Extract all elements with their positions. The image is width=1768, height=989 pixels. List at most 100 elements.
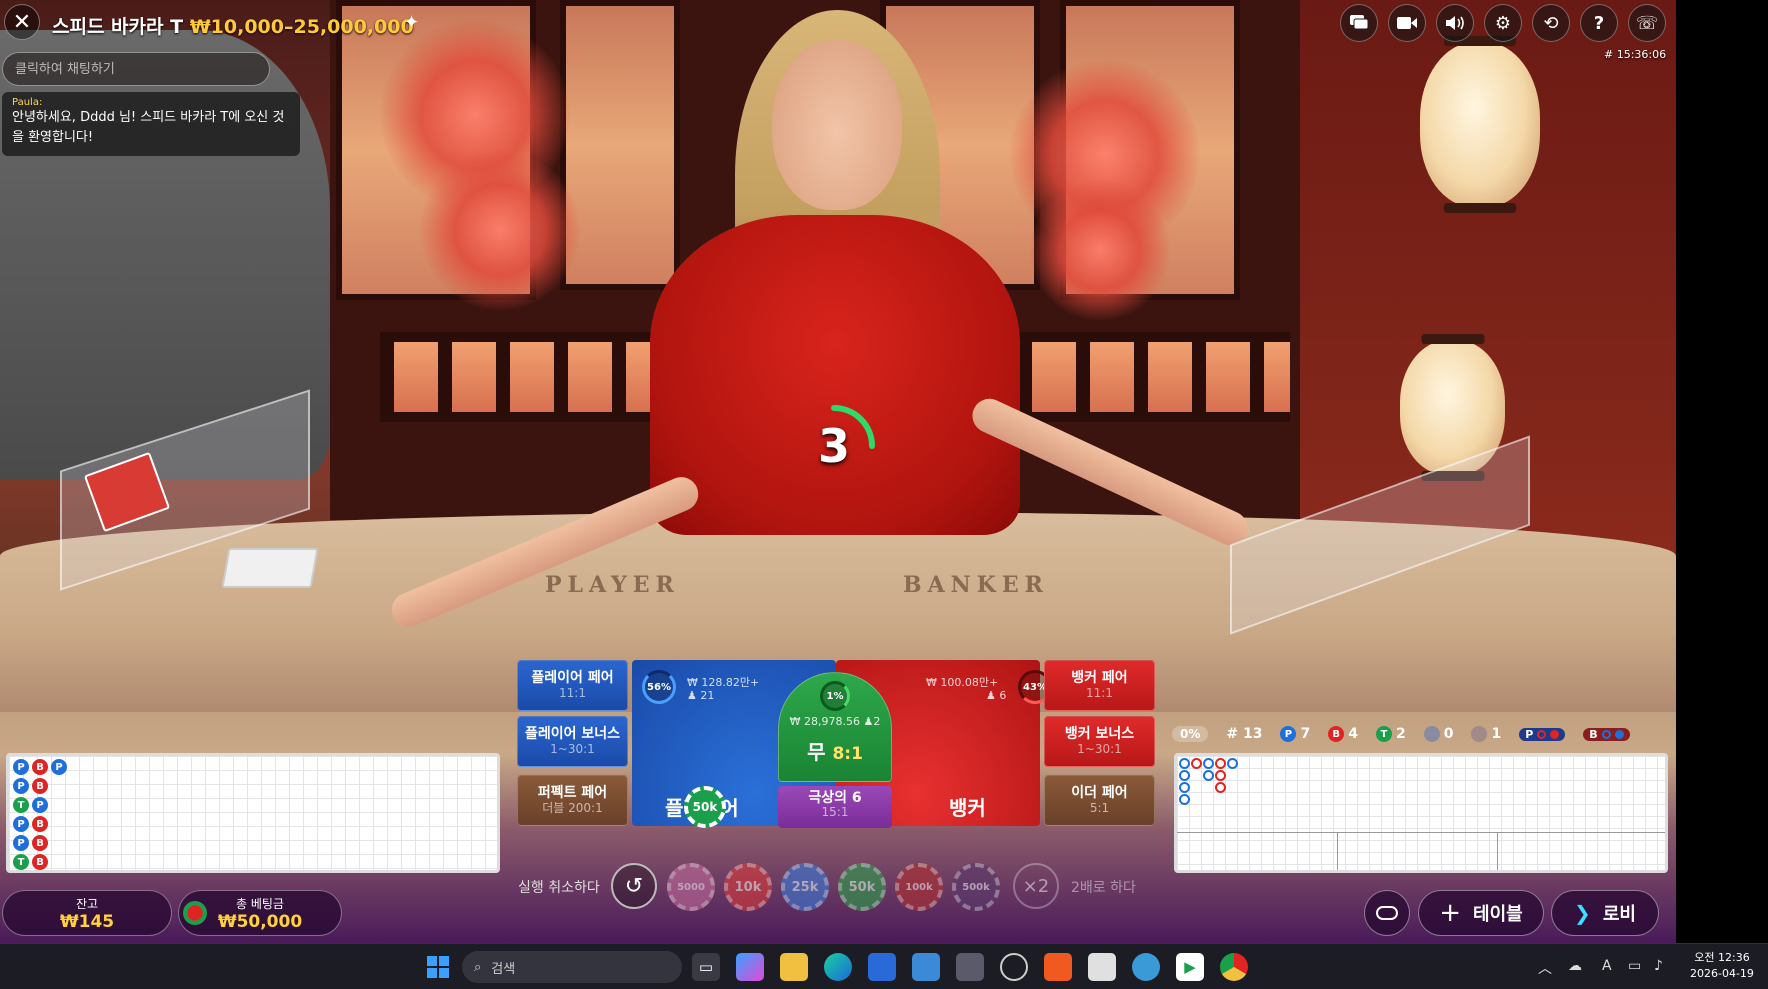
- dealer-head: [772, 40, 902, 210]
- chat-text: 안녕하세요, Dddd 님! 스피드 바카라 T에 오신 것을 환영합니다!: [12, 110, 285, 145]
- either-pair-bet[interactable]: 이더 페어 5:1: [1044, 775, 1155, 826]
- chip-50k[interactable]: 50k: [838, 863, 886, 911]
- balance-value: ₩145: [59, 912, 115, 932]
- chat-icon[interactable]: [1340, 4, 1378, 42]
- round-number: # 13: [1226, 726, 1263, 742]
- road-divider: [1497, 832, 1498, 870]
- predict-p-letter: P: [1525, 727, 1534, 741]
- player-pair-payout: 11:1: [559, 686, 586, 700]
- clock-app-icon[interactable]: [1000, 953, 1028, 981]
- chat-author: Paula:: [12, 97, 43, 108]
- pin-icon[interactable]: ✦: [404, 12, 419, 33]
- banker-pair-bet[interactable]: 뱅커 페어 11:1: [1044, 660, 1155, 711]
- undo-icon: ↺: [624, 873, 644, 899]
- perfect-pair-bet[interactable]: 퍼펙트 페어 더블 200:1: [517, 775, 628, 826]
- tie-payout: 8:1: [832, 744, 863, 764]
- sound-icon[interactable]: [1436, 4, 1474, 42]
- bead-b: B: [32, 778, 48, 794]
- tie-bet[interactable]: 1% ₩ 28,978.56 ♟2 무 8:1: [778, 672, 892, 782]
- banker-pair-icon: [1471, 726, 1488, 742]
- chat-bubble-icon: [1376, 906, 1398, 920]
- chip-100k[interactable]: 100k: [895, 863, 943, 911]
- chip-25k[interactable]: 25k: [781, 863, 829, 911]
- start-icon[interactable]: [424, 953, 452, 981]
- blossom: [420, 150, 580, 310]
- road-ring: [1179, 782, 1190, 793]
- super6-payout: 15:1: [821, 805, 849, 819]
- banker-bonus-bet[interactable]: 뱅커 보너스 1~30:1: [1044, 716, 1155, 767]
- bead-b: B: [32, 759, 48, 775]
- stats-banker: B4: [1328, 726, 1358, 742]
- predict-ring-icon: [1537, 729, 1547, 739]
- settings-icon[interactable]: ⚙: [1484, 4, 1522, 42]
- brave-icon[interactable]: [1044, 953, 1072, 981]
- banker-label: 뱅커: [949, 796, 986, 820]
- close-button[interactable]: ✕: [4, 4, 40, 40]
- calculator-icon[interactable]: [956, 953, 984, 981]
- banker-dot-icon: B: [1328, 726, 1345, 742]
- chip-5000[interactable]: 5000: [667, 863, 715, 911]
- file-explorer-icon[interactable]: [780, 953, 808, 981]
- lantern: [1420, 42, 1540, 207]
- banker-pair-payout: 11:1: [1086, 686, 1113, 700]
- taskbar-search[interactable]: ⌕ 검색: [462, 951, 682, 983]
- copilot-icon[interactable]: [736, 953, 764, 981]
- lobby-button[interactable]: ❯ 로비: [1551, 890, 1659, 936]
- tray-volume-icon[interactable]: ♪: [1654, 958, 1663, 974]
- chrome-icon[interactable]: [1220, 953, 1248, 981]
- ime-indicator[interactable]: A: [1602, 958, 1612, 974]
- big-road[interactable]: [1174, 753, 1668, 873]
- table-button[interactable]: + 테이블: [1418, 890, 1544, 936]
- player-bonus-bet[interactable]: 플레이어 보너스 1~30:1: [517, 716, 628, 767]
- video-icon[interactable]: [1388, 4, 1426, 42]
- banker-pair-label: 뱅커 페어: [1071, 670, 1128, 686]
- banker-pool: ₩ 100.08만+: [926, 676, 999, 689]
- network-app-icon[interactable]: [1132, 953, 1160, 981]
- stats-player: P7: [1280, 726, 1310, 742]
- taskbar-clock[interactable]: 오전 12:36 2026-04-19: [1690, 950, 1754, 982]
- table-print-banker: BANKER: [903, 572, 1049, 598]
- perfect-pair-payout: 더블 200:1: [542, 801, 603, 815]
- windows-taskbar: ⌕ 검색 ▭ ▶ ︿ ☁ A ▭ ♪ 오전 12:36 2026-04-19: [0, 943, 1768, 989]
- bead-b: B: [32, 854, 48, 870]
- document-app-icon[interactable]: ▶: [1176, 953, 1204, 981]
- search-label: 검색: [491, 961, 516, 977]
- perfect-pair-label: 퍼펙트 페어: [537, 785, 608, 801]
- lobby-icon: ❯: [1574, 901, 1591, 925]
- edge-icon[interactable]: [824, 953, 852, 981]
- undo-button[interactable]: ↺: [611, 863, 657, 909]
- notepad-icon[interactable]: [912, 953, 940, 981]
- snipping-icon[interactable]: [1088, 953, 1116, 981]
- taskbar-time: 오전 12:36: [1694, 951, 1750, 964]
- player-pool: ₩ 128.82만+: [687, 676, 760, 689]
- task-view-icon[interactable]: ▭: [692, 953, 720, 981]
- undo-label: 실행 취소하다: [518, 880, 600, 896]
- chat-toggle-button[interactable]: [1364, 890, 1410, 936]
- chip-500k[interactable]: 500k: [952, 863, 1000, 911]
- support-icon[interactable]: ☏: [1628, 4, 1666, 42]
- tray-network-icon[interactable]: ▭: [1628, 958, 1641, 974]
- balance-pill: 잔고 ₩145: [2, 890, 172, 936]
- road-divider: [1177, 832, 1665, 833]
- bead-p: P: [13, 835, 29, 851]
- player-dot-icon: P: [1280, 726, 1297, 742]
- double-button[interactable]: ×2: [1013, 863, 1059, 909]
- super6-bet[interactable]: 극상의 6 15:1: [778, 786, 892, 828]
- player-predict[interactable]: P: [1519, 727, 1566, 741]
- tray-chevron-icon[interactable]: ︿: [1538, 958, 1552, 978]
- history-icon[interactable]: ⟲: [1532, 4, 1570, 42]
- game-clock: # 15:36:06: [1604, 48, 1667, 61]
- tray-cloud-icon[interactable]: ☁: [1568, 958, 1582, 974]
- bead-road[interactable]: PPTPPTBBPBBBP: [6, 753, 500, 873]
- predict-dot-icon: [1550, 729, 1560, 739]
- player-pair-bet[interactable]: 플레이어 페어 11:1: [517, 660, 628, 711]
- chat-input[interactable]: [2, 52, 270, 86]
- bead-b: B: [32, 835, 48, 851]
- tie-dot-icon: T: [1375, 726, 1392, 742]
- store-icon[interactable]: [868, 953, 896, 981]
- help-icon[interactable]: ?: [1580, 4, 1618, 42]
- table-print-player: PLAYER: [545, 572, 680, 598]
- road-ring: [1179, 758, 1190, 769]
- chip-10k[interactable]: 10k: [724, 863, 772, 911]
- banker-predict[interactable]: B: [1583, 727, 1630, 741]
